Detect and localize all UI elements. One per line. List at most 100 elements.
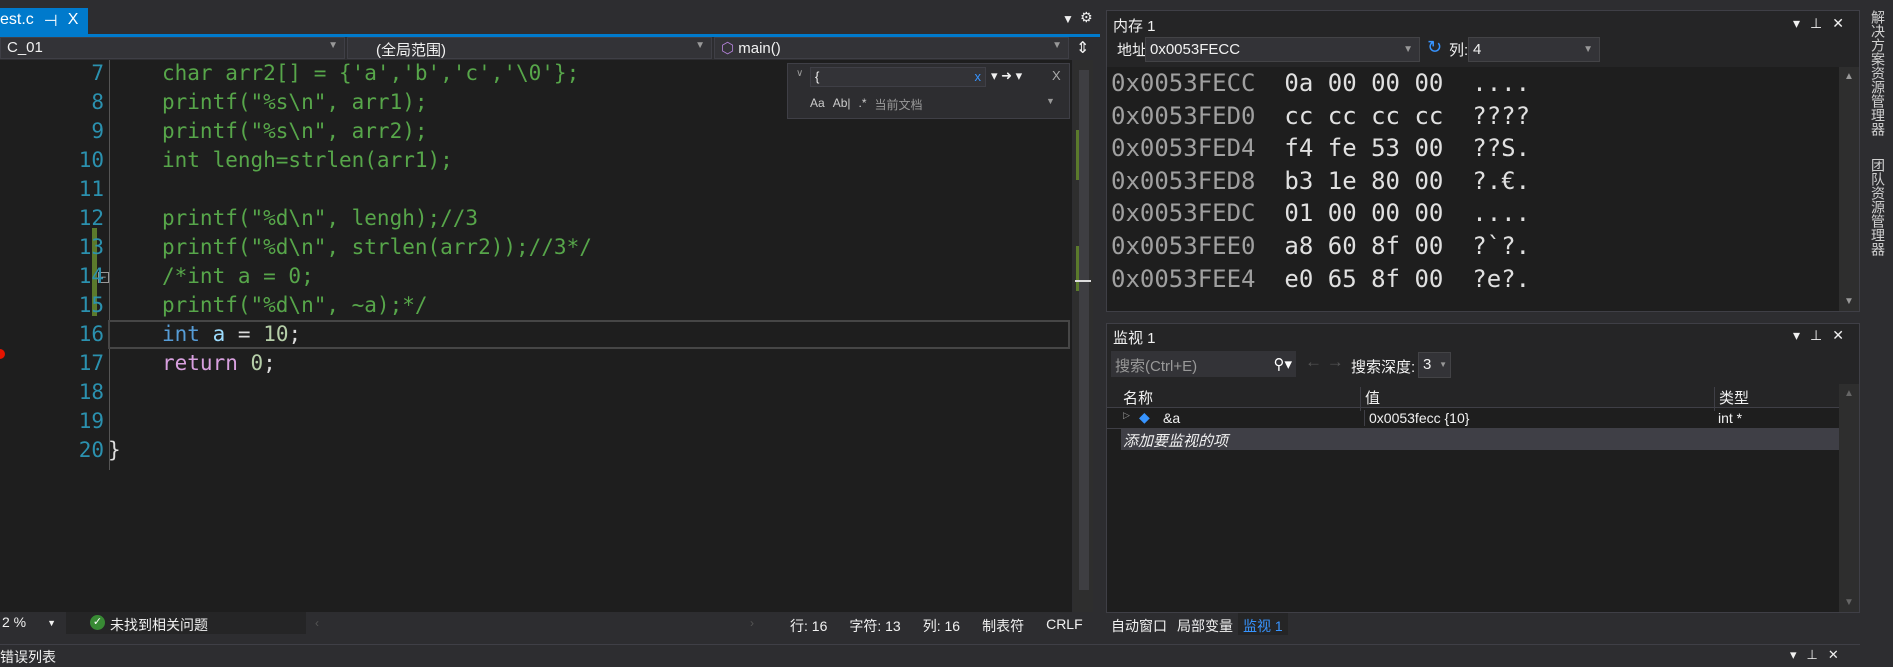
expand-arrow-icon[interactable]: ▷ xyxy=(1123,410,1130,421)
find-input[interactable]: {x xyxy=(810,67,986,87)
status-bar: 2 % ▼ ✓ 未找到相关问题 ‹ › 行: 16 字符: 13 列: 16 制表符… xyxy=(0,612,1100,634)
find-value: { xyxy=(815,69,820,84)
memory-row[interactable]: 0x0053FEE4 e0 65 8f 00 ?e?. xyxy=(1111,265,1530,293)
columns-dropdown[interactable]: 4 ▼ xyxy=(1468,37,1600,62)
chevron-down-icon: ▼ xyxy=(47,618,56,628)
breakpoint-icon[interactable] xyxy=(0,349,5,359)
find-scope[interactable]: 当前文档 xyxy=(875,96,923,113)
memory-ascii: .... xyxy=(1472,199,1531,228)
chevron-down-icon[interactable]: ▼ xyxy=(1046,96,1055,106)
close-find-icon[interactable]: X xyxy=(1052,68,1061,83)
side-tab-team-explorer[interactable]: 团队资源管理器 xyxy=(1868,158,1888,256)
panel-menu-icon[interactable]: ▾ xyxy=(1790,647,1797,663)
memory-view[interactable]: 0x0053FECC 0a 00 00 00 .... 0x0053FED0 cc… xyxy=(1107,67,1859,311)
char-indicator[interactable]: 字符: 13 xyxy=(849,616,900,636)
pin-icon[interactable]: ⊥ xyxy=(1810,15,1822,32)
find-next-icon[interactable]: ▾ ➜ ▾ xyxy=(991,68,1022,84)
pin-icon[interactable]: ⊥ xyxy=(1807,647,1818,663)
line-number: 20 xyxy=(78,438,104,462)
eol-indicator[interactable]: CRLF xyxy=(1046,616,1083,636)
memory-bytes: 01 00 00 00 xyxy=(1284,199,1444,228)
function-dropdown[interactable]: ⬡ main() ▼ xyxy=(714,37,1069,59)
watch-type: int * xyxy=(1718,410,1743,426)
memory-row[interactable]: 0x0053FED8 b3 1e 80 00 ?.€. xyxy=(1111,167,1530,195)
chevron-down-icon: ▼ xyxy=(1439,360,1447,369)
scroll-right-icon[interactable]: › xyxy=(750,616,754,630)
memory-title: 内存 1 xyxy=(1113,18,1156,35)
tab-overflow-icon[interactable]: ▼ xyxy=(1062,12,1074,26)
col-header-name[interactable]: 名称 xyxy=(1123,387,1153,408)
token-var: a xyxy=(212,322,226,346)
memory-row[interactable]: 0x0053FEE0 a8 60 8f 00 ?`?. xyxy=(1111,232,1530,260)
tab-watch1[interactable]: 监视 1 xyxy=(1238,613,1288,635)
memory-row[interactable]: 0x0053FED4 f4 fe 53 00 ??S. xyxy=(1111,134,1530,162)
memory-ascii: ?e?. xyxy=(1472,264,1531,293)
chevron-down-icon: ▼ xyxy=(695,40,705,51)
col-indicator[interactable]: 列: 16 xyxy=(923,616,960,636)
watch-search-input[interactable]: 搜索(Ctrl+E) ⚲▾ xyxy=(1111,351,1296,377)
line-number: 12 xyxy=(78,206,104,230)
token-num: 0 xyxy=(250,351,264,375)
line-number: 8 xyxy=(91,90,104,114)
whole-word-toggle[interactable]: Ab| xyxy=(833,96,851,113)
scroll-up-icon: ▲ xyxy=(1844,388,1854,399)
clear-icon[interactable]: x xyxy=(975,69,982,84)
watch-grid[interactable]: 名称 值 类型 ▷ ◆ &a 0x0053fecc {10} int * 添加要… xyxy=(1107,384,1859,612)
close-icon[interactable]: ✕ xyxy=(1832,15,1844,32)
issues-indicator[interactable]: ✓ 未找到相关问题 xyxy=(66,612,306,634)
back-icon[interactable]: ← → xyxy=(1305,352,1344,372)
find-widget: ∨ {x ▾ ➜ ▾ X Aa Ab| .* 当前文档 ▼ xyxy=(787,63,1070,119)
editor-tab[interactable]: est.c ⊣ X xyxy=(0,8,88,34)
tab-locals[interactable]: 局部变量 xyxy=(1172,613,1238,635)
memory-row[interactable]: 0x0053FEDC 01 00 00 00 .... xyxy=(1111,199,1530,227)
project-dropdown[interactable]: C_01 ▼ xyxy=(0,37,345,59)
tab-autos[interactable]: 自动窗口 xyxy=(1106,613,1172,635)
refresh-icon[interactable]: ↻ xyxy=(1427,37,1442,58)
scroll-thumb[interactable] xyxy=(1079,70,1089,590)
line-number: 10 xyxy=(78,148,104,172)
expand-icon[interactable]: ∨ xyxy=(796,68,803,79)
chevron-down-icon: ▼ xyxy=(1403,44,1413,55)
scroll-position-mark xyxy=(1075,280,1091,282)
memory-addr: 0x0053FEE4 xyxy=(1111,264,1256,293)
memory-panel: 内存 1 ▾ ⊥ ✕ 地址: 0x0053FECC ▼ ↻ 列: 4 ▼ 0x0053F… xyxy=(1106,10,1860,312)
regex-toggle[interactable]: .* xyxy=(858,96,866,113)
error-list-panel[interactable]: 错误列表 ▾ ⊥ ✕ xyxy=(0,644,1860,665)
gear-icon[interactable]: ⚙ xyxy=(1080,9,1093,26)
zoom-dropdown[interactable]: 2 % ▼ xyxy=(0,614,62,634)
line-number: 16 xyxy=(78,322,104,346)
memory-addr: 0x0053FED8 xyxy=(1111,166,1256,195)
watch-row[interactable]: ▷ ◆ &a 0x0053fecc {10} int * xyxy=(1107,408,1839,429)
add-watch-row[interactable]: 添加要监视的项 xyxy=(1121,429,1839,450)
side-tab-solution-explorer[interactable]: 解决方案资源管理器 xyxy=(1868,10,1888,136)
split-icon[interactable]: ⇕ xyxy=(1076,38,1089,58)
line-indicator[interactable]: 行: 16 xyxy=(790,616,827,636)
panel-menu-icon[interactable]: ▾ xyxy=(1793,15,1800,32)
scroll-left-icon[interactable]: ‹ xyxy=(315,616,319,630)
close-icon[interactable]: X xyxy=(68,11,79,34)
pin-icon[interactable]: ⊣ xyxy=(44,11,58,34)
memory-row[interactable]: 0x0053FECC 0a 00 00 00 .... xyxy=(1111,69,1530,97)
scroll-up-icon: ▲ xyxy=(1844,71,1854,82)
depth-dropdown[interactable]: 3 ▼ xyxy=(1418,352,1451,378)
scope-dropdown[interactable]: (全局范围) ▼ xyxy=(347,37,712,59)
outline-line xyxy=(109,60,110,470)
pin-icon[interactable]: ⊥ xyxy=(1810,327,1822,344)
scope-label: (全局范围) xyxy=(376,42,446,59)
depth-label: 搜索深度: xyxy=(1351,359,1416,376)
close-icon[interactable]: ✕ xyxy=(1828,647,1839,663)
token-kw: int xyxy=(162,322,200,346)
panel-menu-icon[interactable]: ▾ xyxy=(1793,327,1800,344)
search-icon[interactable]: ⚲▾ xyxy=(1273,355,1292,373)
memory-row[interactable]: 0x0053FED0 cc cc cc cc ???? xyxy=(1111,102,1530,130)
memory-bytes: 0a 00 00 00 xyxy=(1284,69,1444,97)
close-icon[interactable]: ✕ xyxy=(1832,327,1844,344)
match-case-toggle[interactable]: Aa xyxy=(810,96,825,113)
code-editor[interactable]: − 7 char arr2[] = {'a','b','c','\0'}; 8 pri… xyxy=(0,60,1072,612)
watch-scrollbar[interactable]: ▲ ▼ xyxy=(1839,384,1859,612)
address-input[interactable]: 0x0053FECC ▼ xyxy=(1145,37,1420,62)
memory-scrollbar[interactable]: ▲ ▼ xyxy=(1839,67,1859,311)
line-number: 13 xyxy=(78,235,104,259)
tabs-indicator[interactable]: 制表符 xyxy=(982,616,1024,636)
editor-scrollbar[interactable] xyxy=(1073,60,1093,612)
